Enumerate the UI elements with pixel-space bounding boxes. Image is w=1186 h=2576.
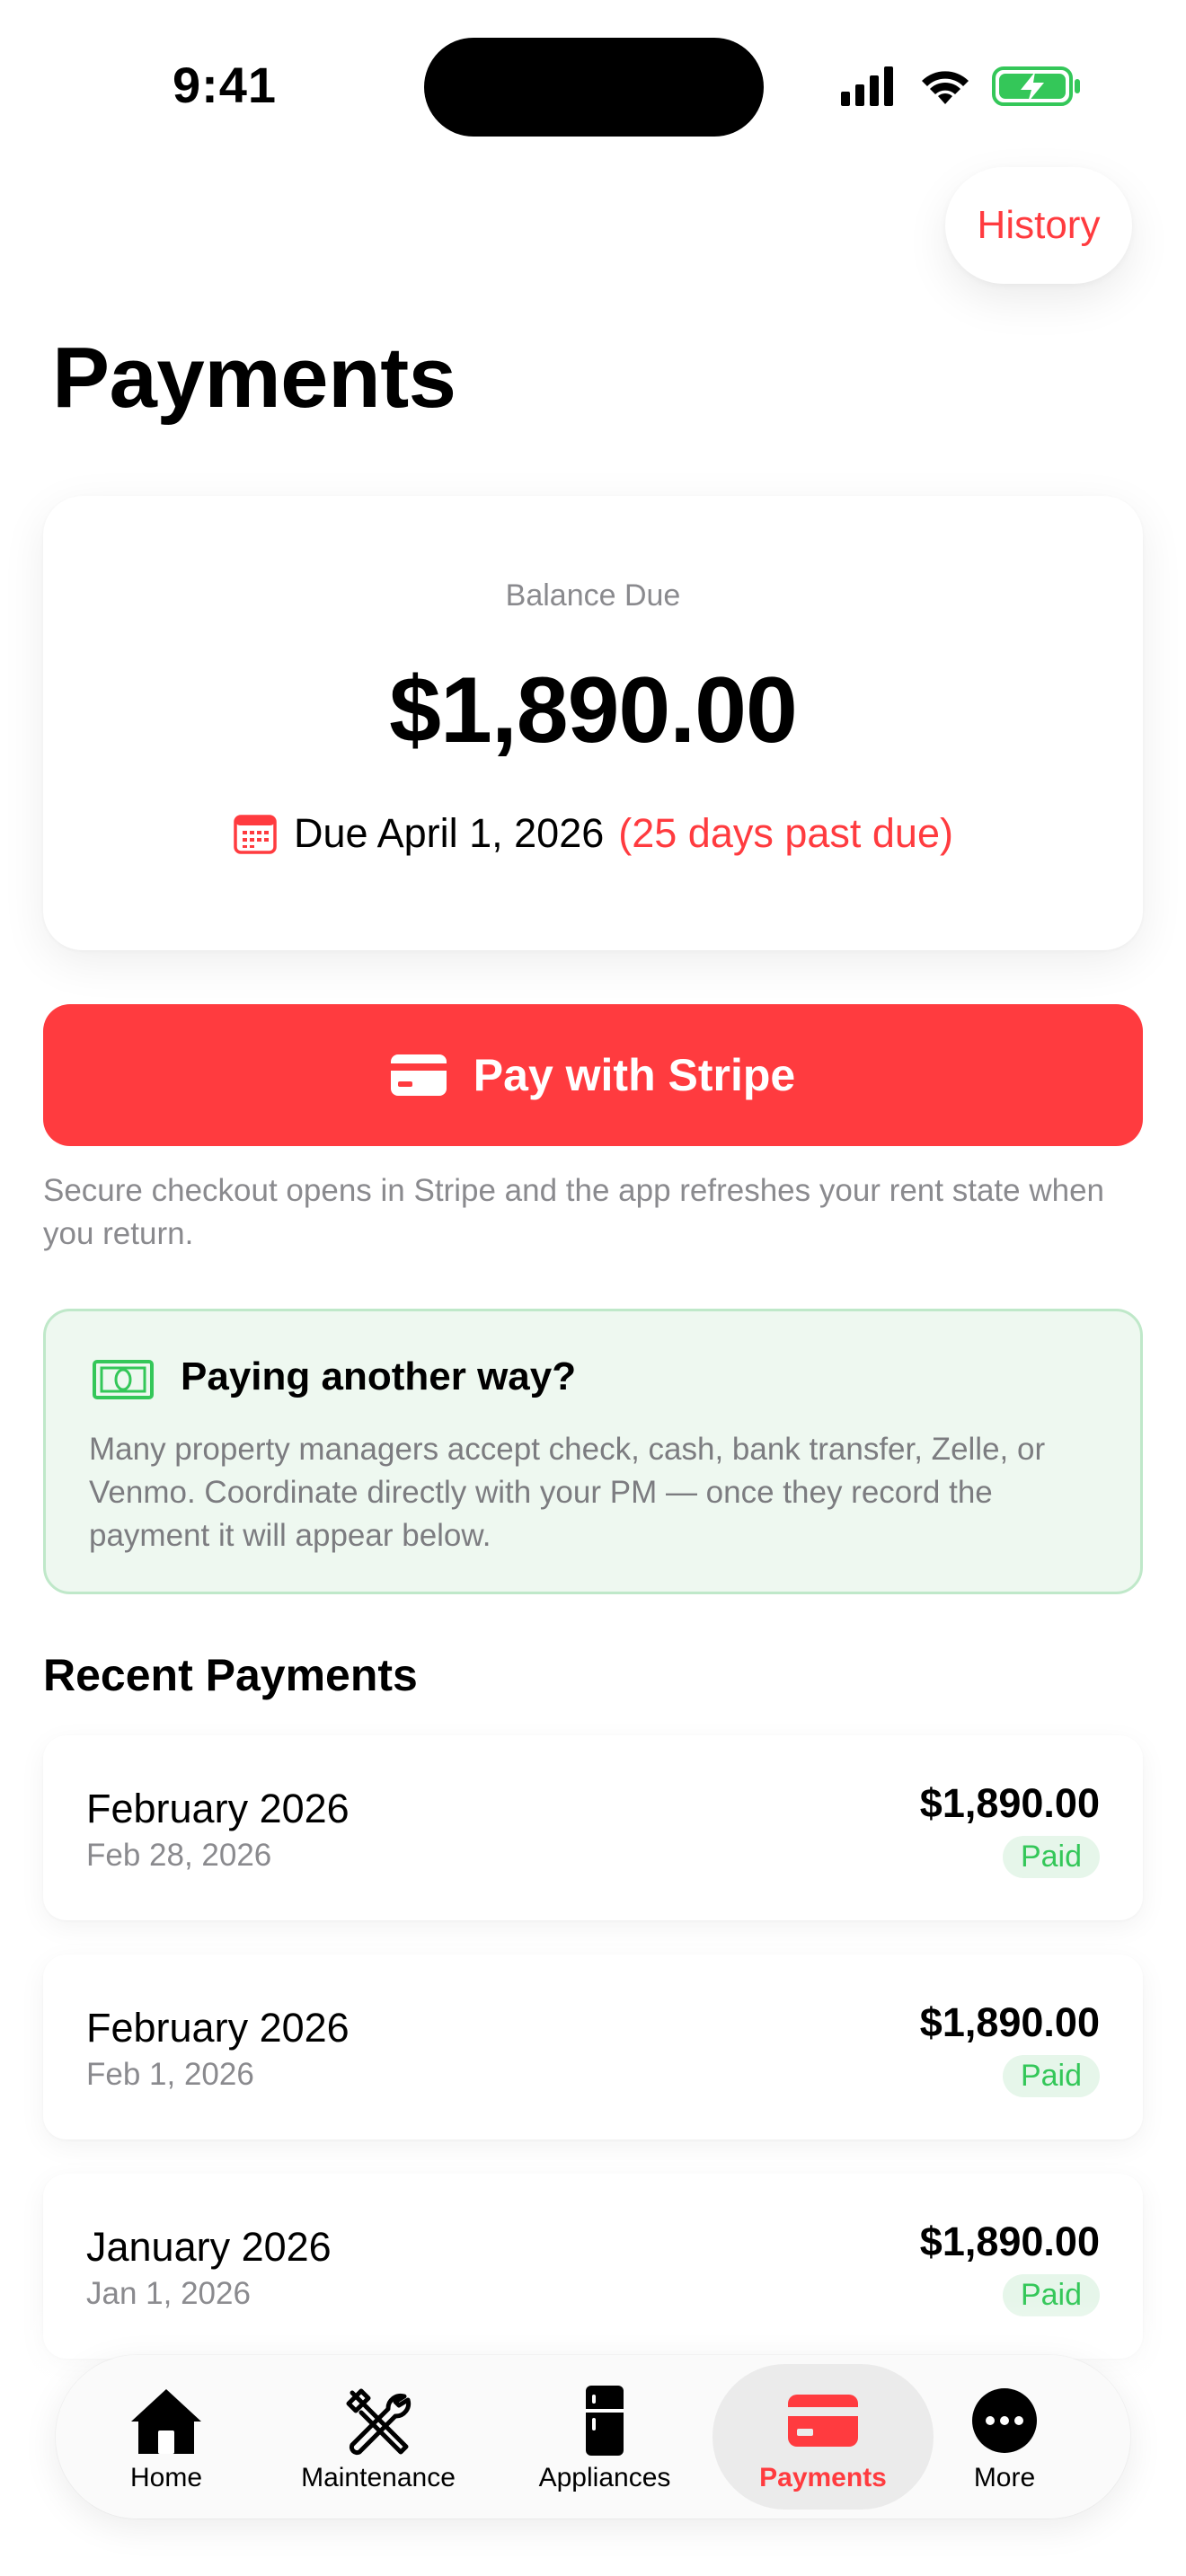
status-icons bbox=[841, 66, 1080, 106]
payment-month: February 2026 bbox=[86, 2005, 350, 2051]
payment-amount: $1,890.00 bbox=[919, 1780, 1100, 1826]
tab-label: More bbox=[973, 2463, 1036, 2492]
payment-date: Feb 1, 2026 bbox=[86, 2057, 254, 2092]
past-due-text: (25 days past due) bbox=[618, 810, 953, 856]
recent-payments-title: Recent Payments bbox=[43, 1650, 418, 1700]
credit-card-icon bbox=[788, 2395, 858, 2447]
alt-payment-card: Paying another way? Many property manage… bbox=[43, 1309, 1143, 1594]
payment-date: Feb 28, 2026 bbox=[86, 1838, 272, 1873]
payment-amount: $1,890.00 bbox=[919, 2219, 1100, 2264]
due-date-row: Due April 1, 2026 (25 days past due) bbox=[43, 810, 1143, 857]
due-date-text: Due April 1, 2026 bbox=[294, 810, 605, 856]
credit-card-icon bbox=[390, 1054, 447, 1096]
ellipsis-icon bbox=[972, 2388, 1037, 2453]
alt-payment-body: Many property managers accept check, cas… bbox=[89, 1432, 1046, 1553]
tab-payments[interactable]: Payments bbox=[712, 2364, 934, 2510]
payment-month: February 2026 bbox=[86, 1786, 350, 1831]
tab-home[interactable]: Home bbox=[63, 2364, 270, 2510]
history-button[interactable]: History bbox=[945, 167, 1132, 284]
cash-icon bbox=[93, 1360, 154, 1399]
tools-icon bbox=[346, 2388, 412, 2456]
fridge-icon bbox=[586, 2386, 624, 2456]
balance-card: Balance Due $1,890.00 Due April 1, 2026 … bbox=[43, 496, 1143, 950]
house-icon bbox=[131, 2389, 201, 2454]
pay-button-label: Pay with Stripe bbox=[473, 1050, 796, 1100]
tab-label: Maintenance bbox=[301, 2463, 456, 2492]
tab-label: Home bbox=[129, 2463, 203, 2492]
status-badge: Paid bbox=[1002, 2055, 1100, 2097]
balance-amount: $1,890.00 bbox=[389, 658, 798, 763]
battery-charging-icon bbox=[992, 66, 1080, 106]
tab-label: Payments bbox=[759, 2463, 887, 2492]
tab-more[interactable]: More bbox=[915, 2364, 1094, 2510]
secure-checkout-note: Secure checkout opens in Stripe and the … bbox=[43, 1173, 1104, 1251]
payments-screen: 9:41 History Payments Balance Due $1,890… bbox=[0, 0, 1186, 2576]
pay-with-stripe-button[interactable]: Pay with Stripe bbox=[43, 1004, 1143, 1146]
signal-icon bbox=[841, 66, 893, 106]
calendar-icon bbox=[234, 815, 277, 854]
payment-month: January 2026 bbox=[86, 2224, 332, 2270]
tab-bar: Home Maintenance Appliances Payments Mor… bbox=[56, 2355, 1130, 2519]
page-title: Payments bbox=[52, 330, 456, 426]
balance-label: Balance Due bbox=[505, 578, 681, 613]
payment-row[interactable]: February 2026 Feb 28, 2026 $1,890.00 Pai… bbox=[43, 1735, 1143, 1920]
tab-label: Appliances bbox=[538, 2463, 671, 2492]
tab-maintenance[interactable]: Maintenance bbox=[275, 2364, 482, 2510]
wifi-icon bbox=[922, 71, 969, 104]
tab-appliances[interactable]: Appliances bbox=[501, 2364, 708, 2510]
dynamic-island bbox=[424, 38, 764, 137]
status-badge: Paid bbox=[1002, 1836, 1100, 1878]
alt-payment-title: Paying another way? bbox=[181, 1354, 577, 1398]
payment-row[interactable]: February 2026 Feb 1, 2026 $1,890.00 Paid bbox=[43, 1954, 1143, 2139]
status-time: 9:41 bbox=[172, 57, 278, 113]
payment-amount: $1,890.00 bbox=[919, 1999, 1100, 2045]
